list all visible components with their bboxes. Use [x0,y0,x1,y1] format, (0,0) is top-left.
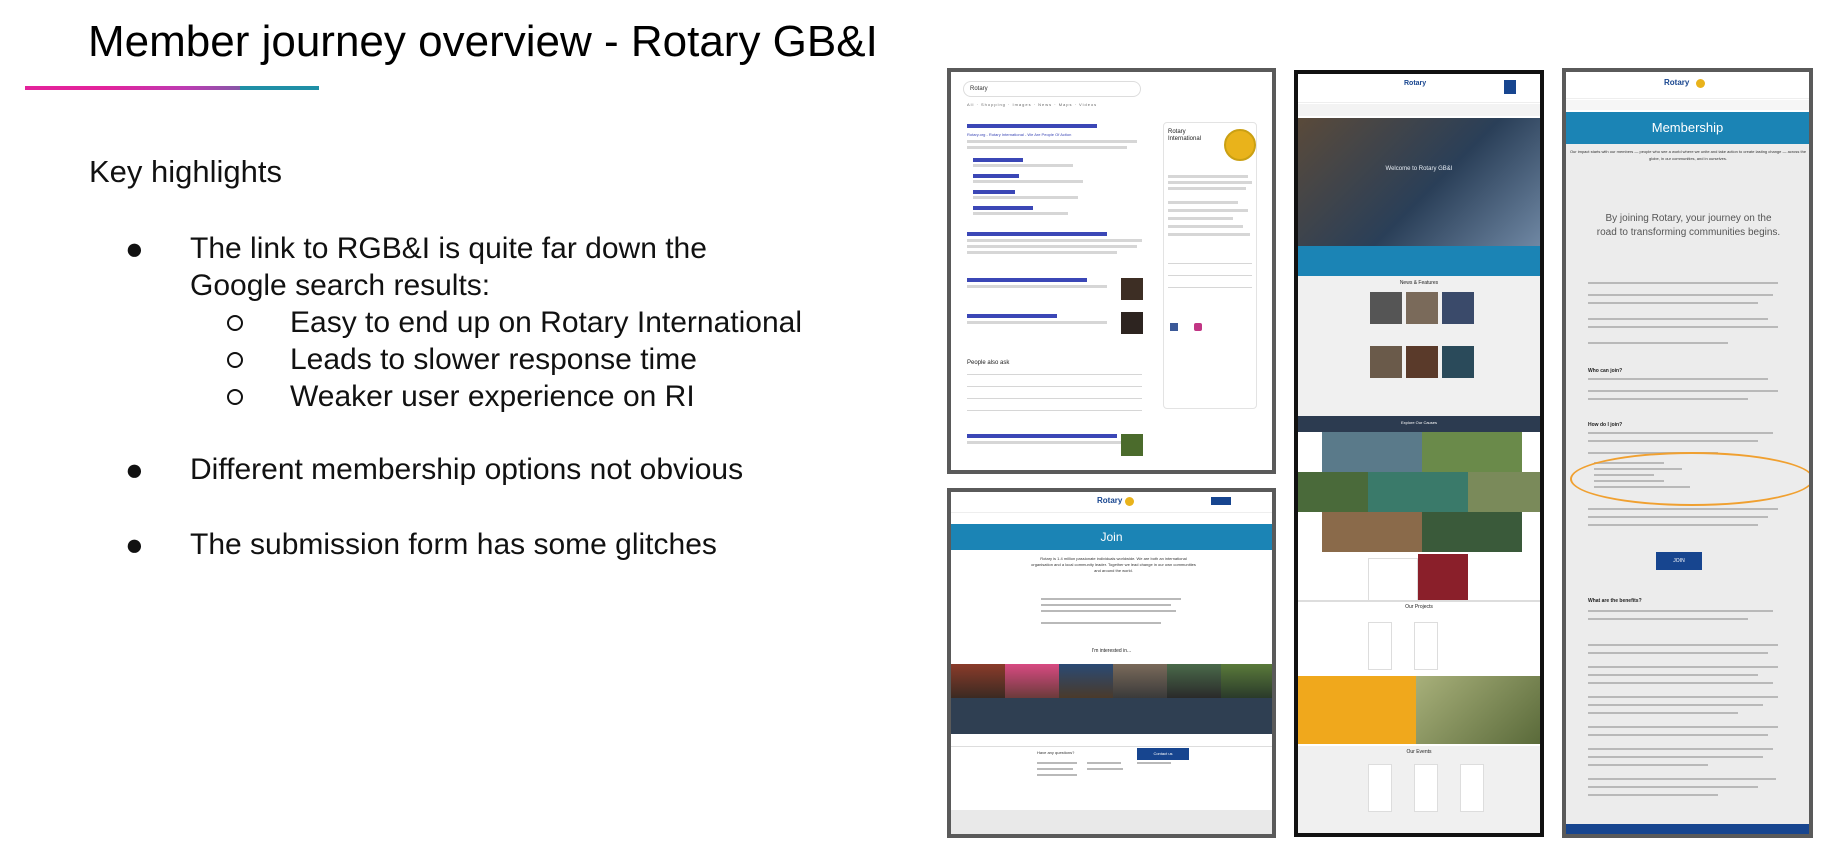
events-heading: Our Events [1406,749,1432,755]
who-can-join: Who can join? [1588,368,1623,374]
interested-heading: I'm interested in... [1091,648,1132,654]
bullet-dot: ● [125,231,144,266]
bullet-dot: ● [125,527,144,562]
rotary-seal-icon [1224,129,1256,161]
membership-headline: By joining Rotary, your journey on the r… [1596,213,1781,238]
join-headline: Rotary is 1.4 million passionate individ… [1031,556,1196,573]
bullet-1-line-2: Google search results: [190,269,491,302]
google-top-result: Rotary.org - Rotary International - We A… [967,132,1072,137]
knowledge-panel: Rotary International [1163,122,1257,409]
key-highlights-heading: Key highlights [89,154,283,189]
join-band: Join [951,524,1272,550]
sub-bullet-circle [227,389,243,405]
google-tabs: All · Shopping · Images · News · Maps · … [967,102,1098,107]
rotary-join-screenshot: Rotary Join Rotary is 1.4 million passio… [947,488,1276,838]
rotary-wheel-icon [1125,497,1134,506]
join-button: JOIN [1656,552,1702,570]
bullet-3: The submission form has some glitches [190,528,717,561]
membership-intro: Our impact starts with our members — peo… [1569,149,1807,161]
home-hero-text: Welcome to Rotary GB&I [1385,166,1453,172]
google-search-bar: Rotary [963,81,1141,97]
projects-heading: Our Projects [1405,604,1433,610]
rotary-logo: Rotary [1097,496,1123,505]
sub-bullet-1: Easy to end up on Rotary International [290,306,802,339]
membership-band: Membership [1566,112,1809,144]
sub-bullet-2: Leads to slower response time [290,343,697,376]
news-heading: News & Features [1399,280,1439,286]
sub-bullet-circle [227,352,243,368]
questions-heading: Have any questions? [1037,750,1075,755]
sub-bullet-3: Weaker user experience on RI [290,380,695,413]
causes-heading: Explore Our Causes [1400,420,1437,425]
highlight-oval [1570,452,1809,506]
contact-us-button: Contact us [1137,748,1189,760]
rotary-gbi-home-screenshot: Rotary Welcome to Rotary GB&I News & Fea… [1294,70,1544,837]
bullet-dot: ● [125,452,144,487]
bullet-2: Different membership options not obvious [190,453,744,486]
rotary-membership-screenshot: Rotary Membership Our impact starts with… [1562,68,1813,838]
sub-bullet-circle [227,315,243,331]
people-also-ask: People also ask [967,360,1010,366]
bullet-1-line-1: The link to RGB&I is quite far down the [190,232,707,265]
how-do-i-join: How do I join? [1588,422,1623,428]
title-underline [25,86,319,90]
google-search-screenshot: Rotary All · Shopping · Images · News · … [947,68,1276,474]
slide-title: Member journey overview - Rotary GB&I [88,17,878,66]
benefits-heading: What are the benefits? [1588,598,1642,604]
